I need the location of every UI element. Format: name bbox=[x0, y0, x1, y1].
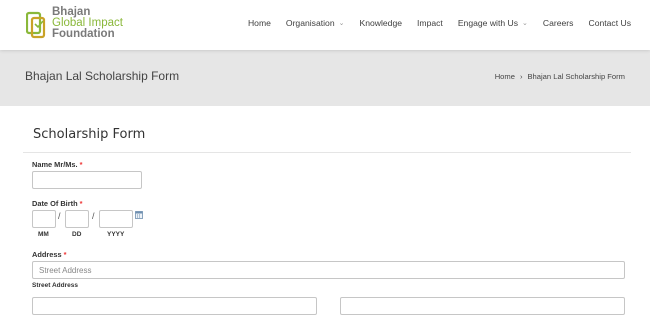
form-divider bbox=[23, 152, 631, 153]
nav-item-impact[interactable]: Impact bbox=[417, 18, 443, 28]
chevron-down-icon: ⌄ bbox=[338, 20, 345, 27]
logo-mark-icon bbox=[26, 11, 46, 39]
dob-day-input[interactable] bbox=[65, 210, 89, 228]
breadcrumb-home-link[interactable]: Home bbox=[495, 72, 515, 81]
city-input[interactable] bbox=[340, 297, 625, 315]
dob-year-input[interactable] bbox=[99, 210, 133, 228]
date-separator: / bbox=[92, 211, 95, 221]
nav-label: Organisation bbox=[285, 18, 335, 28]
dob-month-input[interactable] bbox=[32, 210, 56, 228]
dob-label: Date Of Birth * bbox=[32, 199, 83, 208]
street-address-sublabel: Street Address bbox=[32, 282, 78, 289]
day-sublabel: DD bbox=[72, 231, 82, 238]
nav-label: Engage with Us bbox=[457, 18, 519, 28]
address-line-2-input[interactable] bbox=[32, 297, 317, 315]
site-header: Bhajan Global Impact Foundation Home Org… bbox=[0, 0, 650, 50]
street-address-input[interactable]: Street Address bbox=[32, 261, 625, 279]
nav-label: Contact Us bbox=[588, 18, 631, 28]
name-label-text: Name Mr/Ms. bbox=[32, 160, 78, 169]
breadcrumb: Home › Bhajan Lal Scholarship Form bbox=[495, 72, 625, 81]
name-label: Name Mr/Ms. * bbox=[32, 160, 83, 169]
nav-item-home[interactable]: Home bbox=[248, 18, 271, 28]
form-title: Scholarship Form bbox=[33, 127, 146, 142]
page-title-banner: Bhajan Lal Scholarship Form Home › Bhajan … bbox=[0, 50, 650, 106]
nav-item-organisation[interactable]: Organisation ⌄ bbox=[286, 18, 345, 28]
required-marker: * bbox=[79, 160, 83, 169]
breadcrumb-separator: › bbox=[519, 72, 523, 81]
nav-label: Careers bbox=[542, 18, 574, 28]
date-separator: / bbox=[58, 211, 61, 221]
nav-item-knowledge[interactable]: Knowledge bbox=[360, 18, 403, 28]
calendar-icon[interactable] bbox=[135, 211, 143, 219]
year-sublabel: YYYY bbox=[107, 231, 125, 238]
name-input[interactable] bbox=[32, 171, 142, 189]
month-sublabel: MM bbox=[38, 231, 49, 238]
dob-label-text: Date Of Birth bbox=[32, 199, 78, 208]
required-marker: * bbox=[79, 199, 83, 208]
main-nav: Home Organisation ⌄ Knowledge Impact Enga… bbox=[233, 18, 631, 28]
street-address-placeholder: Street Address bbox=[39, 266, 92, 275]
logo-line-3: Foundation bbox=[52, 28, 115, 40]
required-marker: * bbox=[63, 250, 67, 259]
nav-label: Impact bbox=[417, 18, 443, 28]
site-logo[interactable]: Bhajan Global Impact Foundation bbox=[26, 6, 146, 43]
nav-item-contact[interactable]: Contact Us bbox=[588, 18, 631, 28]
nav-item-careers[interactable]: Careers bbox=[543, 18, 574, 28]
chevron-down-icon: ⌄ bbox=[522, 20, 528, 27]
nav-label: Knowledge bbox=[359, 18, 403, 28]
page-title: Bhajan Lal Scholarship Form bbox=[25, 69, 180, 83]
breadcrumb-current: Bhajan Lal Scholarship Form bbox=[527, 72, 625, 81]
nav-item-engage[interactable]: Engage with Us ⌄ bbox=[458, 18, 528, 28]
logo-text: Bhajan Global Impact Foundation bbox=[52, 6, 123, 40]
nav-label: Home bbox=[247, 18, 271, 28]
address-label-text: Address bbox=[32, 250, 62, 259]
address-label: Address * bbox=[32, 250, 67, 259]
